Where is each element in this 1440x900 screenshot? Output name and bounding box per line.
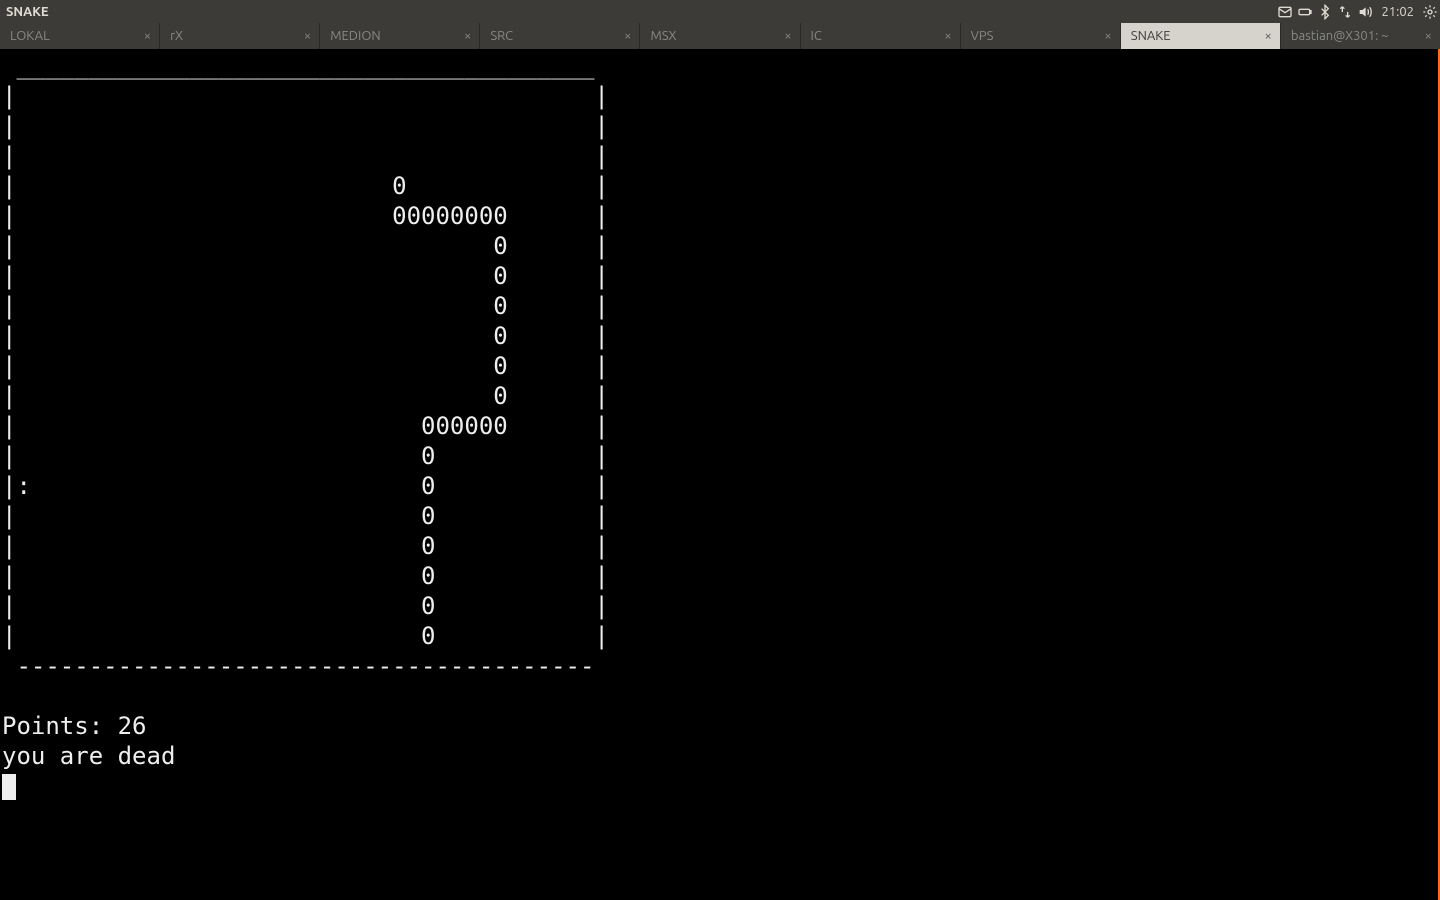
tab-lokal[interactable]: LOKAL × [0, 23, 160, 49]
tab-close-icon[interactable]: × [144, 29, 151, 43]
tab-ic[interactable]: IC × [801, 23, 961, 49]
tab-label: SNAKE [1131, 29, 1171, 43]
tab-label: SRC [490, 29, 513, 43]
tab-label: rX [170, 29, 183, 43]
tab-close-icon[interactable]: × [784, 29, 791, 43]
session-gear-icon[interactable] [1420, 0, 1440, 23]
game-output: ________________________________________… [2, 52, 609, 770]
terminal-viewport[interactable]: ________________________________________… [0, 49, 1438, 900]
bluetooth-icon[interactable] [1315, 0, 1335, 23]
tab-msx[interactable]: MSX × [640, 23, 800, 49]
volume-icon[interactable] [1355, 0, 1375, 23]
top-panel: SNAKE 21:02 [0, 0, 1440, 23]
mail-icon[interactable] [1275, 0, 1295, 23]
battery-icon[interactable] [1295, 0, 1315, 23]
tab-close-icon[interactable]: × [304, 29, 311, 43]
tab-snake[interactable]: SNAKE × [1121, 23, 1281, 49]
terminal-tab-bar: LOKAL×rX×MEDION×SRC×MSX×IC×VPS×SNAKE×bas… [0, 23, 1440, 49]
tab-label: MEDION [330, 29, 380, 43]
tab-close-icon[interactable]: × [624, 29, 631, 43]
tab-label: MSX [650, 29, 676, 43]
clock[interactable]: 21:02 [1375, 5, 1420, 19]
window-title: SNAKE [0, 5, 49, 19]
tab-close-icon[interactable]: × [944, 29, 951, 43]
tab-bastian-x301-[interactable]: bastian@X301: ~ × [1281, 23, 1440, 49]
tab-close-icon[interactable]: × [1265, 29, 1272, 43]
tab-medion[interactable]: MEDION × [320, 23, 480, 49]
terminal-cursor [2, 774, 16, 800]
tab-label: IC [811, 29, 822, 43]
tab-rx[interactable]: rX × [160, 23, 320, 49]
tab-label: bastian@X301: ~ [1291, 29, 1389, 43]
tab-close-icon[interactable]: × [1425, 29, 1432, 43]
tab-label: VPS [971, 29, 994, 43]
tab-close-icon[interactable]: × [464, 29, 471, 43]
network-icon[interactable] [1335, 0, 1355, 23]
tab-src[interactable]: SRC × [480, 23, 640, 49]
tab-close-icon[interactable]: × [1104, 29, 1111, 43]
tab-label: LOKAL [10, 29, 50, 43]
tab-vps[interactable]: VPS × [961, 23, 1121, 49]
